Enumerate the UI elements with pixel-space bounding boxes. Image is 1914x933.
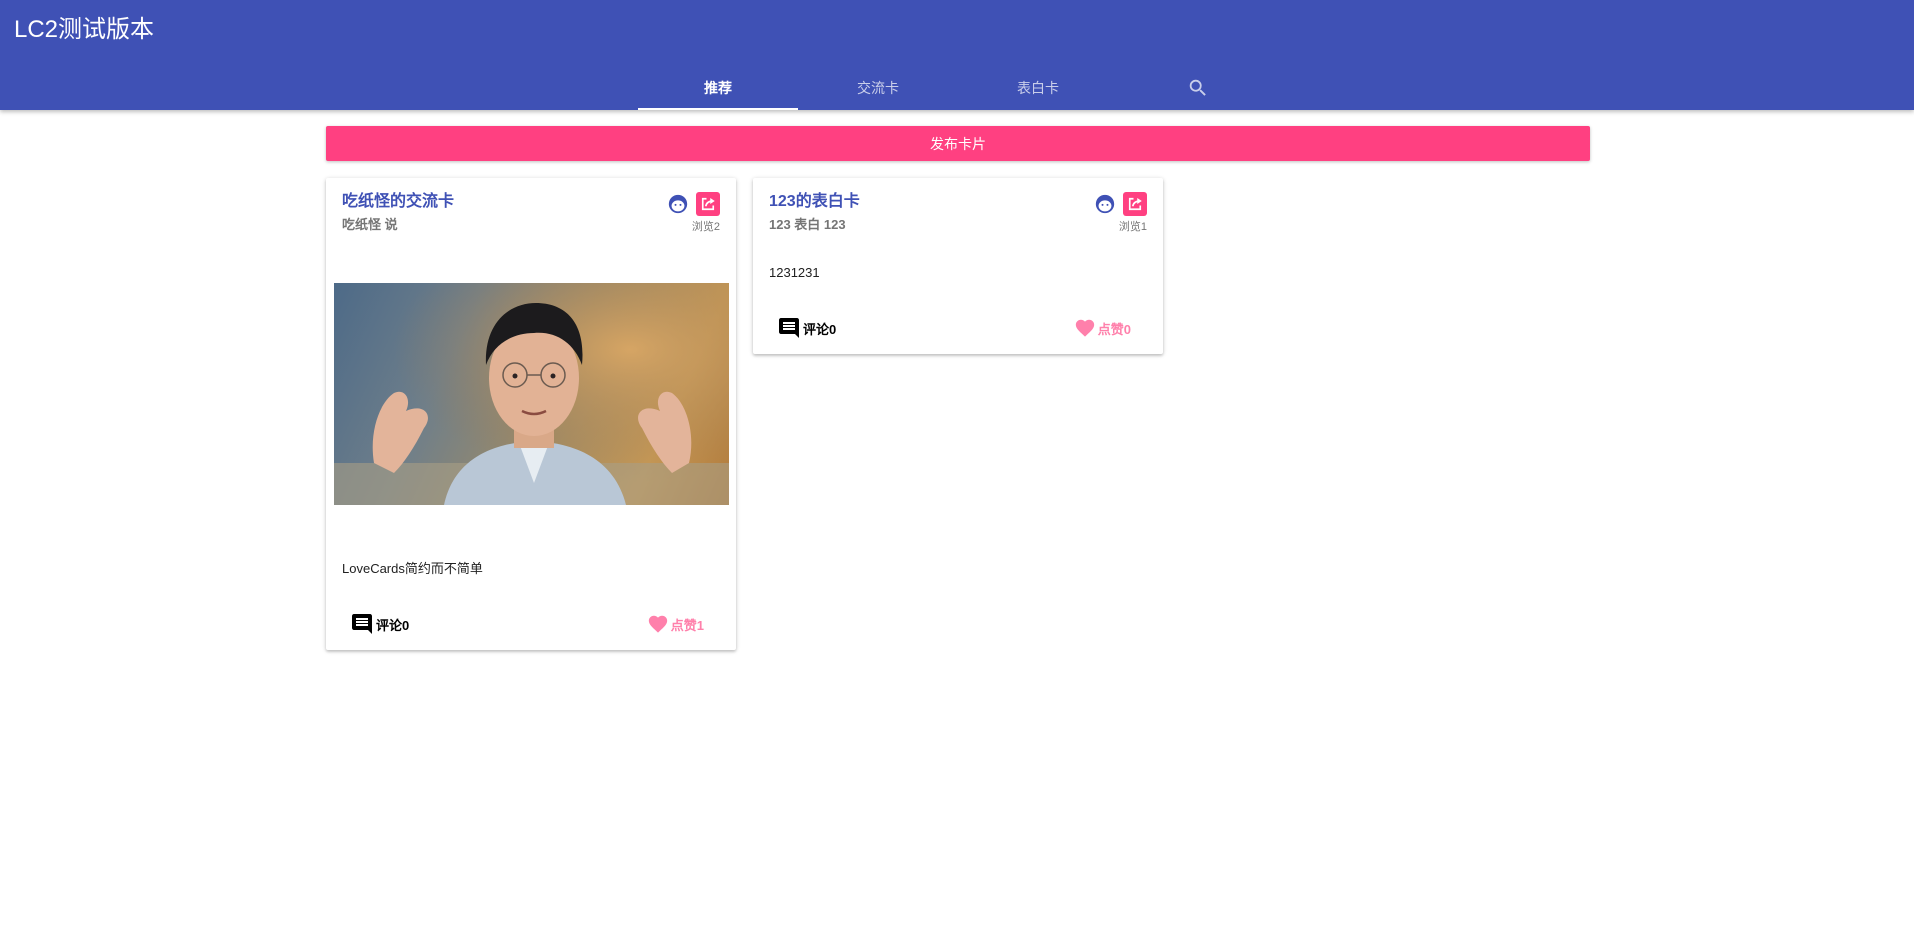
like-label: 点赞1 [670, 617, 704, 633]
publish-card-button[interactable]: 发布卡片 [326, 126, 1590, 161]
face-icon[interactable] [666, 192, 690, 216]
card-photo [334, 283, 729, 505]
comment-icon [352, 614, 372, 634]
card-content: 1231231 [769, 265, 820, 280]
tab-exchange-card[interactable]: 交流卡 [798, 65, 958, 110]
share-icon[interactable] [1123, 192, 1147, 216]
share-icon[interactable] [696, 192, 720, 216]
card-title[interactable]: 吃纸怪的交流卡 [342, 192, 454, 212]
view-count: 浏览2 [691, 221, 720, 233]
heart-icon [648, 615, 667, 633]
like-button[interactable]: 点赞0 [1074, 317, 1131, 339]
photo-portrait [334, 283, 729, 505]
card: 123的表白卡 123 表白 123 浏览1 1231231 评论0 点赞0 [753, 178, 1163, 354]
tab-recommend[interactable]: 推荐 [638, 65, 798, 110]
card-author: 123 表白 123 [769, 217, 846, 232]
card-author: 吃纸怪 说 [342, 217, 398, 232]
like-button[interactable]: 点赞1 [647, 613, 704, 635]
app-bar: LC2测试版本 推荐 交流卡 表白卡 [0, 0, 1914, 110]
like-label: 点赞0 [1097, 321, 1131, 337]
comment-button[interactable]: 评论0 [350, 612, 409, 636]
search-icon [1189, 79, 1206, 96]
card-actions: 评论0 点赞0 [777, 316, 1131, 340]
comment-label: 评论0 [803, 321, 837, 337]
card-header-actions [1093, 192, 1147, 216]
tab-confession-card[interactable]: 表白卡 [958, 65, 1118, 110]
comment-label: 评论0 [376, 617, 410, 633]
face-icon[interactable] [1093, 192, 1117, 216]
tab-bar: 推荐 交流卡 表白卡 [638, 65, 1278, 110]
card-header-actions [666, 192, 720, 216]
heart-icon [1075, 319, 1094, 337]
view-count: 浏览1 [1118, 221, 1147, 233]
card-content: LoveCards简约而不简单 [342, 561, 483, 576]
card-title[interactable]: 123的表白卡 [769, 192, 860, 212]
comment-button[interactable]: 评论0 [777, 316, 836, 340]
comment-icon [779, 318, 799, 338]
card-actions: 评论0 点赞1 [350, 612, 704, 636]
tab-search[interactable] [1118, 65, 1278, 110]
card: 吃纸怪的交流卡 吃纸怪 说 浏览2 LoveCards简约而不简单 评论0 点赞… [326, 178, 736, 650]
app-title: LC2测试版本 [14, 16, 155, 43]
